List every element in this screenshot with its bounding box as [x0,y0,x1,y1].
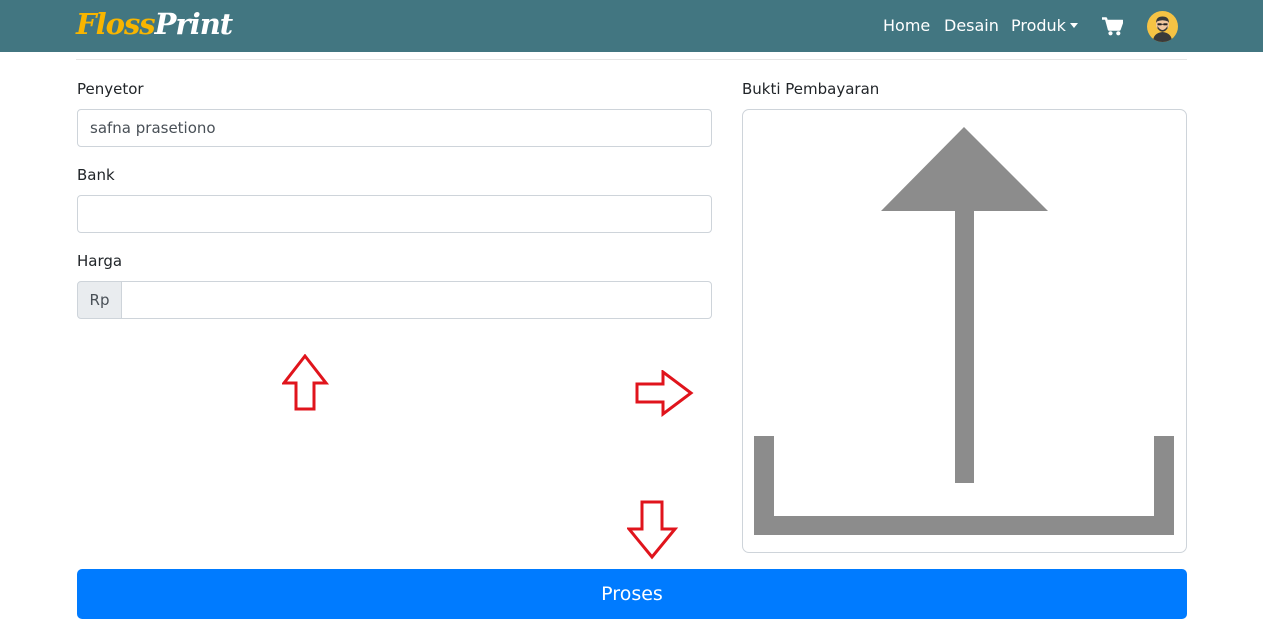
proses-button[interactable]: Proses [77,569,1187,619]
nav-produk-dropdown[interactable]: Produk [1011,16,1078,36]
nav-desain-link[interactable]: Desain [944,16,999,36]
navbar: FlossPrint Home Desain Produk [0,0,1263,52]
shopping-cart-icon[interactable] [1102,17,1124,40]
nav-produk-label: Produk [1011,16,1066,35]
bank-label: Bank [77,166,115,184]
penyetor-input[interactable] [77,109,712,147]
arrow-up-annotation-icon [282,354,330,411]
bank-input[interactable] [77,195,712,233]
harga-input[interactable] [121,281,712,319]
nav-home-link[interactable]: Home [883,16,930,36]
arrow-down-annotation-icon [627,500,679,560]
chevron-down-icon [1069,23,1078,28]
bukti-pembayaran-label: Bukti Pembayaran [742,80,880,98]
brand-logo[interactable]: FlossPrint [76,4,234,44]
arrow-right-annotation-icon [635,370,694,417]
user-avatar-icon[interactable] [1147,11,1178,42]
brand-logo-part1: Floss [76,7,156,41]
upload-icon [754,127,1174,535]
section-divider [76,59,1187,60]
brand-logo-part2: Print [154,7,234,41]
harga-currency-prefix: Rp [77,281,122,319]
bukti-pembayaran-upload[interactable] [742,109,1187,553]
penyetor-label: Penyetor [77,80,144,98]
harga-label: Harga [77,252,123,270]
